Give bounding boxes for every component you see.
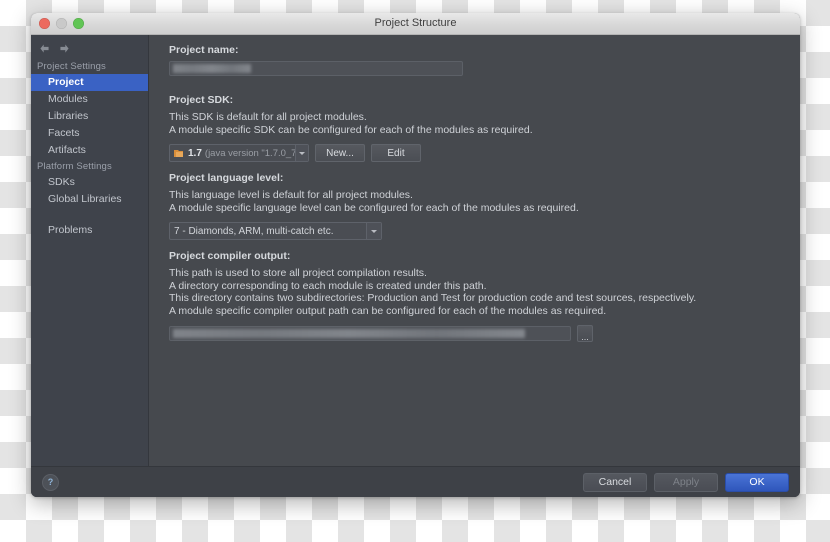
help-button[interactable]: ?: [42, 473, 59, 491]
new-sdk-button[interactable]: New...: [315, 144, 365, 162]
back-arrow-icon[interactable]: [38, 42, 51, 55]
project-sdk-detail: (java version "1.7.0_79"): [204, 147, 295, 159]
project-settings-panel: Project name: Project SDK: This SDK is d…: [149, 35, 800, 466]
project-language-level-dropdown[interactable]: 7 - Diamonds, ARM, multi-catch etc.: [169, 222, 382, 240]
settings-sidebar: Project Settings Project Modules Librari…: [31, 35, 149, 466]
sidebar-item-label: Modules: [48, 93, 88, 105]
chevron-down-icon[interactable]: [366, 223, 381, 239]
sidebar-item-project[interactable]: Project: [31, 74, 148, 91]
project-sdk-desc-2: A module specific SDK can be configured …: [169, 123, 533, 136]
sidebar-item-label: Problems: [48, 224, 93, 236]
sidebar-item-label: Project: [48, 76, 84, 88]
window-titlebar: Project Structure: [31, 13, 800, 35]
sidebar-item-label: Facets: [48, 127, 80, 139]
chevron-down-icon[interactable]: [294, 145, 308, 161]
project-compiler-output-desc-1: This path is used to store all project c…: [169, 267, 427, 279]
forward-arrow-icon[interactable]: [58, 42, 71, 55]
project-name-input[interactable]: [169, 61, 463, 76]
project-language-level-desc-2: A module specific language level can be …: [169, 201, 579, 214]
browse-folder-button[interactable]: ...: [577, 325, 593, 342]
window-title: Project Structure: [374, 17, 457, 29]
sidebar-item-label: Libraries: [48, 110, 89, 122]
sidebar-item-label: SDKs: [48, 176, 75, 188]
project-compiler-output-input[interactable]: [169, 326, 571, 341]
project-compiler-output-desc-4: A module specific compiler output path c…: [169, 304, 607, 317]
sidebar-item-label: Global Libraries: [48, 193, 122, 205]
main-row: Project Settings Project Modules Librari…: [31, 35, 800, 466]
project-compiler-output-row: ...: [169, 325, 800, 342]
project-name-redacted-value: [173, 64, 251, 73]
sidebar-navigation: [31, 35, 148, 59]
sidebar-item-modules[interactable]: Modules: [31, 91, 148, 108]
sidebar-item-libraries[interactable]: Libraries: [31, 108, 148, 125]
project-name-label: Project name:: [169, 44, 239, 56]
sdk-folder-icon: [174, 149, 183, 157]
project-language-level-desc-1: This language level is default for all p…: [169, 189, 413, 201]
sidebar-item-label: Artifacts: [48, 144, 86, 156]
apply-button[interactable]: Apply: [654, 472, 718, 492]
ok-button[interactable]: OK: [725, 472, 789, 492]
project-language-level-label: Project language level:: [169, 172, 284, 184]
project-compiler-output-desc-2: A directory corresponding to each module…: [169, 279, 487, 292]
sidebar-item-problems[interactable]: Problems: [31, 222, 148, 239]
project-sdk-version: 1.7: [188, 147, 202, 159]
project-sdk-dropdown[interactable]: 1.7 (java version "1.7.0_79"): [169, 144, 309, 162]
sidebar-item-global-libraries[interactable]: Global Libraries: [31, 191, 148, 208]
sidebar-item-artifacts[interactable]: Artifacts: [31, 142, 148, 159]
project-compiler-output-desc-3: This directory contains two subdirectori…: [169, 292, 697, 304]
project-compiler-output-redacted-value: [173, 329, 525, 338]
cancel-button[interactable]: Cancel: [583, 472, 647, 492]
dialog-actions: Cancel Apply OK: [583, 472, 789, 492]
sidebar-group-title-project-settings: Project Settings: [37, 61, 106, 72]
project-sdk-controls: 1.7 (java version "1.7.0_79") New... Edi…: [169, 144, 800, 162]
sidebar-item-sdks[interactable]: SDKs: [31, 174, 148, 191]
sidebar-item-facets[interactable]: Facets: [31, 125, 148, 142]
sidebar-group-title-platform-settings: Platform Settings: [37, 161, 112, 172]
project-sdk-label: Project SDK:: [169, 94, 234, 106]
edit-sdk-button[interactable]: Edit: [371, 144, 421, 162]
project-structure-window: Project Structure Project Settings Proje…: [31, 13, 800, 497]
project-compiler-output-label: Project compiler output:: [169, 250, 291, 262]
project-language-level-value: 7 - Diamonds, ARM, multi-catch etc.: [174, 225, 334, 237]
dialog-footer: ? Cancel Apply OK: [31, 466, 800, 497]
project-sdk-desc-1: This SDK is default for all project modu…: [169, 111, 367, 123]
window-body: Project Settings Project Modules Librari…: [31, 35, 800, 497]
